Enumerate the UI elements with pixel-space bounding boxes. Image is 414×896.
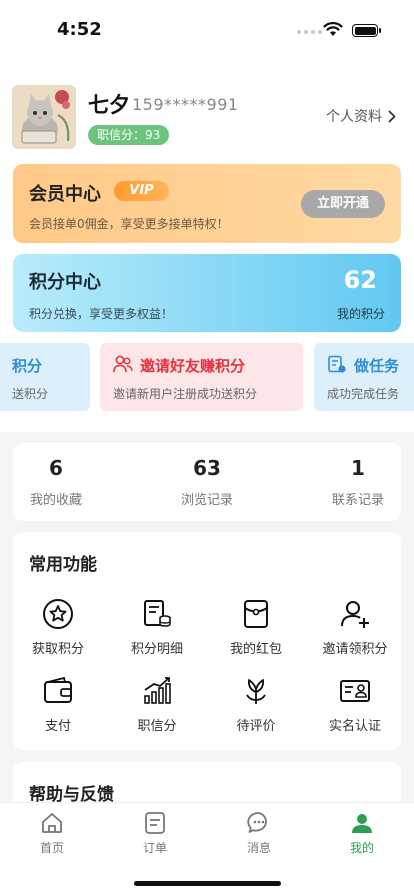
points-description: 积分兑换，享受更多权益！ (29, 307, 174, 321)
function-label: 职信分 (137, 719, 177, 734)
promo-card-invite[interactable]: 邀请好友赚积分 邀请新用户注册成功送积分 (100, 343, 303, 411)
promo-description: 成功完成任务 (327, 387, 400, 401)
activate-vip-button[interactable]: 立即开通 (301, 190, 385, 218)
points-center-card[interactable]: 积分中心 积分兑换，享受更多权益！ 62 我的积分 (13, 254, 401, 332)
phone-number: 159*****991 (132, 95, 239, 114)
common-functions-card: 常用功能 获取积分 积分明细 我的红包 邀请领积分 支付 职信分 待评价 实名认… (13, 532, 401, 750)
chevron-right-icon (388, 110, 396, 122)
section-title: 常用功能 (29, 555, 97, 575)
tab-mine[interactable]: 我的 (327, 811, 397, 856)
order-icon (145, 812, 165, 834)
profile-link[interactable]: 个人资料 (326, 106, 396, 126)
profile-section: 七夕 159*****991 职信分：93 个人资料 (12, 85, 402, 151)
avatar-illustration (12, 85, 76, 149)
stat-value: 63 (193, 456, 221, 480)
function-red-packet[interactable]: 我的红包 (211, 598, 301, 657)
ledger-icon (144, 600, 171, 627)
function-pending-review[interactable]: 待评价 (211, 675, 301, 734)
stat-label: 浏览记录 (180, 493, 233, 508)
function-label: 积分明细 (130, 642, 183, 657)
function-label: 邀请领积分 (322, 642, 388, 657)
function-label: 待评价 (236, 719, 276, 734)
vip-tag: VIP (114, 181, 169, 201)
stat-favorites[interactable]: 6 我的收藏 (6, 443, 106, 508)
home-icon (42, 813, 62, 833)
red-packet-icon (244, 600, 268, 628)
add-user-icon (341, 601, 369, 628)
cellular-signal-icon (297, 30, 322, 34)
wallet-icon (44, 676, 72, 703)
promo-title: 做任务 (354, 357, 400, 375)
vip-center-title: 会员中心 (29, 184, 101, 205)
tab-label: 首页 (39, 841, 64, 855)
message-icon (247, 812, 267, 833)
promo-carousel[interactable]: 积分 送积分 邀请好友赚积分 邀请新用户注册成功送积分 做任务 成功完成任务 (0, 343, 414, 412)
battery-icon (352, 24, 381, 37)
points-value: 62 (343, 266, 377, 294)
vip-center-card[interactable]: 会员中心 VIP 会员接单0佣金，享受更多接单特权！ 立即开通 (13, 164, 401, 243)
points-center-title: 积分中心 (29, 272, 101, 293)
stat-value: 1 (351, 456, 365, 480)
function-label: 实名认证 (328, 719, 381, 734)
function-invite-points[interactable]: 邀请领积分 (310, 598, 400, 657)
function-payment[interactable]: 支付 (13, 675, 103, 734)
function-label: 我的红包 (229, 642, 282, 657)
user-icon (352, 814, 372, 833)
stat-value: 6 (49, 456, 63, 480)
stat-label: 联系记录 (331, 493, 384, 508)
function-label: 支付 (44, 719, 71, 734)
wifi-icon (323, 22, 343, 36)
promo-title: 邀请好友赚积分 (140, 357, 246, 375)
home-indicator (134, 881, 281, 886)
id-card-icon (340, 680, 370, 702)
username: 七夕 (88, 93, 130, 117)
task-list-icon (328, 355, 346, 373)
promo-title: 积分 (12, 357, 43, 375)
flower-icon (246, 679, 266, 704)
promo-card-tasks[interactable]: 做任务 成功完成任务 (314, 343, 414, 411)
star-circle-icon (43, 599, 73, 629)
function-points-detail[interactable]: 积分明细 (112, 598, 202, 657)
points-value-label: 我的积分 (336, 307, 385, 321)
promo-description: 送积分 (12, 387, 49, 401)
chart-icon (144, 677, 171, 704)
tab-messages[interactable]: 消息 (224, 811, 294, 856)
credit-score-badge[interactable]: 职信分：93 (88, 125, 170, 145)
function-real-name-auth[interactable]: 实名认证 (310, 675, 400, 734)
stat-contact-history[interactable]: 1 联系记录 (308, 443, 408, 508)
vip-description: 会员接单0佣金，享受更多接单特权！ (29, 217, 229, 231)
tab-label: 我的 (349, 841, 374, 855)
function-label: 获取积分 (31, 642, 84, 657)
avatar[interactable] (12, 85, 76, 149)
tab-home[interactable]: 首页 (17, 811, 87, 856)
status-bar: 4:52 (0, 0, 414, 62)
tab-label: 订单 (142, 841, 167, 855)
stat-label: 我的收藏 (29, 493, 82, 508)
stats-card: 6 我的收藏 63 浏览记录 1 联系记录 (13, 443, 401, 521)
profile-link-label: 个人资料 (326, 109, 382, 125)
status-time: 4:52 (57, 19, 102, 40)
stat-browse-history[interactable]: 63 浏览记录 (157, 443, 257, 508)
promo-card-points[interactable]: 积分 送积分 (0, 343, 90, 411)
tab-label: 消息 (246, 841, 271, 855)
function-get-points[interactable]: 获取积分 (13, 598, 103, 657)
tab-orders[interactable]: 订单 (120, 811, 190, 856)
promo-description: 邀请新用户注册成功送积分 (113, 387, 258, 401)
invite-users-icon (113, 355, 133, 373)
function-credit-score[interactable]: 职信分 (112, 675, 202, 734)
